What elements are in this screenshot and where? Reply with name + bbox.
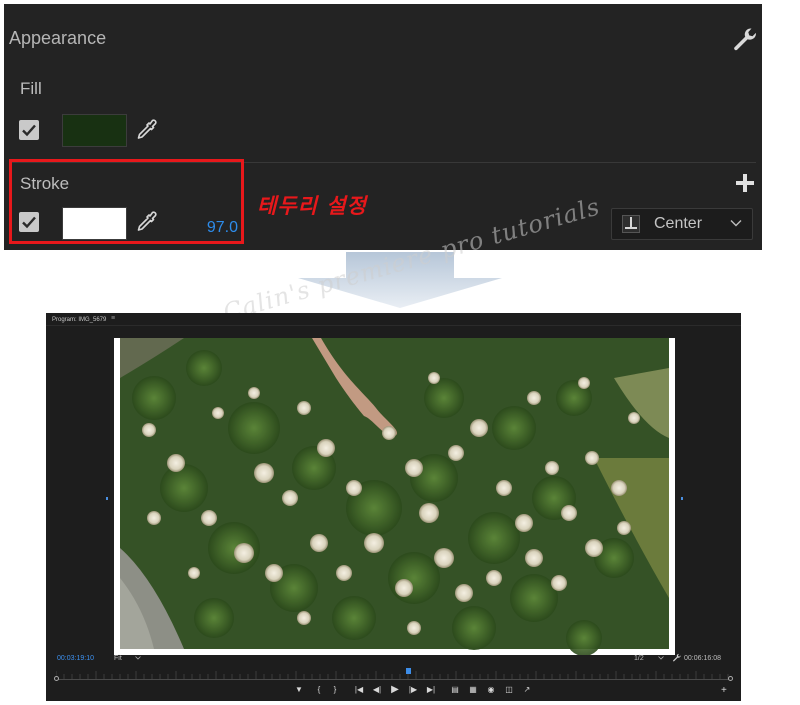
playhead[interactable] [405,668,411,674]
export-frame-icon[interactable]: ◉ [485,684,497,696]
program-monitor: Program: IMG_5679 ≡ 00:03:19:10 Fit 1/2 … [46,313,741,701]
panel-title: Appearance [9,28,107,48]
play-icon[interactable]: ▶ [389,684,401,696]
chevron-down-icon[interactable] [658,656,664,660]
marker-icon[interactable]: ▼ [293,684,305,696]
stroke-alignment-dropdown[interactable]: Center [611,208,753,240]
zoom-handle-left[interactable] [54,676,59,681]
program-monitor-tab[interactable]: Program: IMG_5679 [52,317,106,323]
wrench-icon[interactable] [731,26,757,52]
chevron-down-icon[interactable] [135,656,141,660]
stroke-alignment-value: Center [654,215,703,232]
go-to-in-icon[interactable]: |◀ [353,684,365,696]
add-button-plus-icon[interactable]: + [721,686,727,696]
frame-edge-marker [106,497,108,500]
step-forward-icon[interactable]: |▶ [407,684,419,696]
clover-field-image [120,338,669,655]
fill-color-swatch[interactable] [62,114,127,147]
zoom-level-select[interactable]: Fit [114,655,122,662]
lift-icon[interactable]: ▤ [449,684,461,696]
extract-icon[interactable]: ▦ [467,684,479,696]
add-stroke-plus-icon[interactable] [736,174,754,192]
playback-resolution-select[interactable]: 1/2 [634,655,644,662]
stroke-highlight-box [9,159,244,244]
fill-label: Fill [20,79,42,98]
step-back-icon[interactable]: ◀| [371,684,383,696]
annotation-label: 테두리 설정 [257,193,367,218]
transport-controls: ▼ { } |◀ ◀| ▶ |▶ ▶| ▤ ▦ ◉ ◫ ↗ [46,684,741,698]
time-ruler[interactable] [56,669,732,679]
fill-eyedropper-icon[interactable] [134,118,158,142]
fill-checkbox[interactable] [19,120,39,140]
compare-icon[interactable]: ◫ [503,684,515,696]
go-to-out-icon[interactable]: ▶| [425,684,437,696]
share-icon[interactable]: ↗ [521,684,533,696]
chevron-down-icon [730,220,742,227]
wrench-icon[interactable] [672,653,681,662]
zoom-handle-right[interactable] [728,676,733,681]
current-timecode[interactable]: 00:03:19:10 [57,655,94,662]
tab-divider [46,325,741,326]
hamburger-icon[interactable]: ≡ [111,315,115,322]
scrub-bar[interactable] [56,679,732,680]
mark-in-icon[interactable]: { [313,684,325,696]
video-frame [114,338,675,655]
stroke-align-center-icon [622,215,640,233]
mark-out-icon[interactable]: } [329,684,341,696]
checkmark-icon [22,124,36,137]
duration-timecode: 00:06:16:08 [684,655,721,662]
frame-edge-marker [681,497,683,500]
